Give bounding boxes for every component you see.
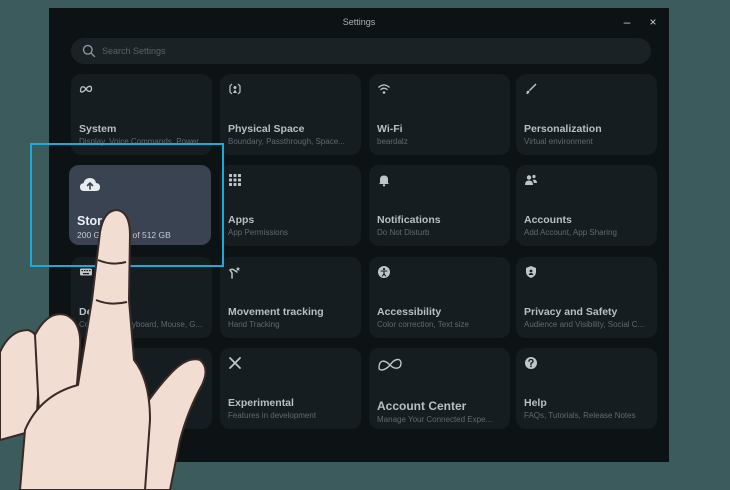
card-title: Privacy and Safety [524, 306, 618, 318]
card-privacy-and-safety[interactable]: Privacy and Safety Audience and Visibili… [516, 257, 657, 338]
card-title: Account Center [377, 399, 467, 413]
wifi-icon [378, 84, 390, 94]
card-subtitle: FAQs, Tutorials, Release Notes [524, 411, 636, 420]
card-subtitle: Manage Your Connected Expe... [377, 415, 493, 424]
card-title: System [79, 123, 117, 135]
search-icon [82, 44, 96, 58]
search-bar[interactable]: Search Settings [71, 38, 651, 64]
card-devices[interactable]: Devices Controllers, Keyboard, Mouse, G.… [71, 257, 212, 338]
card-subtitle: beardalz [377, 137, 408, 146]
card-title: Movement tracking [228, 306, 324, 318]
card-accounts[interactable]: Accounts Add Account, App Sharing [516, 165, 657, 246]
keyboard-icon [80, 268, 92, 276]
card-subtitle: Hand Tracking [228, 320, 280, 329]
card-title: Help [524, 397, 547, 409]
cloud-upload-icon [80, 178, 100, 191]
close-button[interactable]: × [646, 15, 660, 29]
minimize-button[interactable]: – [620, 15, 634, 29]
card-accessibility[interactable]: Accessibility Color correction, Text siz… [369, 257, 510, 338]
help-icon [525, 357, 537, 369]
card-title: Stora [77, 214, 109, 228]
card-subtitle: Audience and Visibility, Social C... [524, 320, 645, 329]
window-title: Settings [342, 17, 376, 27]
card-title: Personalization [524, 123, 602, 135]
card-subtitle: Do Not Disturb [377, 228, 430, 237]
card-subtitle: Color correction, Text size [377, 320, 469, 329]
card-title: Wi-Fi [377, 123, 403, 135]
boundary-icon [229, 83, 241, 95]
card-subtitle: App Permissions [228, 228, 289, 237]
card-subtitle: Controllers, Keyboard, Mouse, G... [79, 320, 203, 329]
card-subtitle: Boundary, Passthrough, Space... [228, 137, 345, 146]
card-movement-tracking[interactable]: Movement tracking Hand Tracking [220, 257, 361, 338]
experimental-icon [229, 357, 241, 369]
card-title: Devices [79, 306, 119, 318]
brush-icon [526, 83, 537, 94]
card-subtitle: 200 G of 512 GB [77, 230, 171, 240]
card-experimental[interactable]: Experimental Features in development [220, 348, 361, 429]
card-notifications[interactable]: Notifications Do Not Disturb [369, 165, 510, 246]
card-personalization[interactable]: Personalization Virtual environment [516, 74, 657, 155]
apps-grid-icon [229, 174, 241, 186]
card-title: Experimental [228, 397, 294, 409]
movement-icon [228, 266, 241, 279]
card-title: Accounts [524, 214, 572, 226]
card-subtitle: Virtual environment [524, 137, 593, 146]
card-title: Notifications [377, 214, 441, 226]
search-input[interactable]: Search Settings [102, 46, 166, 56]
card-title: Accessibility [377, 306, 442, 318]
card-subtitle: Features in development [228, 411, 317, 420]
meta-logo-icon [378, 358, 402, 371]
people-icon [525, 174, 537, 185]
card-title: Apps [228, 214, 255, 226]
card-title: Physical Space [228, 123, 305, 135]
card-wifi[interactable]: Wi-Fi beardalz [369, 74, 510, 155]
card-hidden[interactable] [71, 348, 212, 429]
accessibility-icon [378, 266, 390, 278]
card-physical-space[interactable]: Physical Space Boundary, Passthrough, Sp… [220, 74, 361, 155]
title-bar: Settings – × [49, 8, 669, 36]
card-help[interactable]: Help FAQs, Tutorials, Release Notes [516, 348, 657, 429]
card-apps[interactable]: Apps App Permissions [220, 165, 361, 246]
bell-icon [379, 175, 389, 187]
card-account-center[interactable]: Account Center Manage Your Connected Exp… [369, 348, 510, 429]
meta-icon [79, 85, 93, 93]
card-subtitle: Add Account, App Sharing [524, 228, 617, 237]
shield-icon [526, 266, 536, 278]
card-storage[interactable]: Stora 200 G of 512 GB [69, 165, 211, 245]
